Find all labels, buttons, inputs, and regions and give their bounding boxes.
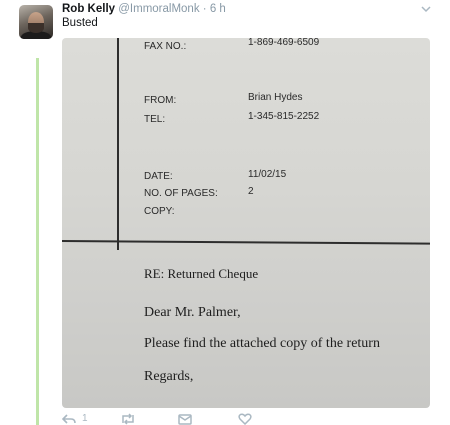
fax-no-value: 1-869-469-6509 [248, 38, 320, 48]
like-button[interactable] [238, 412, 252, 425]
reply-icon [62, 413, 76, 424]
tel-label: TEL: [144, 114, 166, 125]
tweet-header: Rob Kelly @ImmoralMonk · 6 h [62, 1, 430, 17]
copy-label: COPY: [144, 206, 175, 217]
pages-label: NO. OF PAGES: [144, 188, 218, 199]
letter-body: Please find the attached copy of the ret… [144, 336, 380, 351]
tweet-photo[interactable]: FAX NO.: 1-869-469-6509 FROM: Brian Hyde… [62, 38, 430, 408]
fax-vertical-rule [117, 38, 119, 250]
from-label: FROM: [144, 95, 177, 106]
retweet-icon [122, 412, 134, 425]
message-icon [178, 413, 192, 425]
like-icon [238, 412, 252, 425]
author-handle[interactable]: @ImmoralMonk [118, 3, 199, 15]
tel-value: 1-345-815-2252 [248, 111, 320, 122]
letter-greeting: Dear Mr. Palmer, [144, 305, 241, 320]
header-separator: · [202, 3, 207, 15]
chevron-down-icon[interactable] [420, 4, 432, 14]
from-value: Brian Hydes [248, 92, 303, 103]
thread-line [36, 58, 39, 425]
date-label: DATE: [144, 171, 173, 182]
fax-no-label: FAX NO.: [144, 41, 187, 52]
tweet-timestamp[interactable]: 6 h [210, 3, 226, 15]
avatar[interactable] [19, 5, 53, 39]
date-value: 11/02/15 [248, 169, 287, 180]
message-button[interactable] [178, 412, 192, 425]
tweet-text: Busted [62, 17, 98, 29]
pages-value: 2 [248, 186, 254, 197]
reply-count: 1 [82, 413, 88, 424]
reply-button[interactable]: 1 [62, 412, 88, 425]
letter-closing: Regards, [144, 369, 194, 384]
re-line: RE: Returned Cheque [144, 266, 259, 281]
author-name[interactable]: Rob Kelly [62, 3, 115, 15]
retweet-button[interactable] [120, 412, 136, 425]
